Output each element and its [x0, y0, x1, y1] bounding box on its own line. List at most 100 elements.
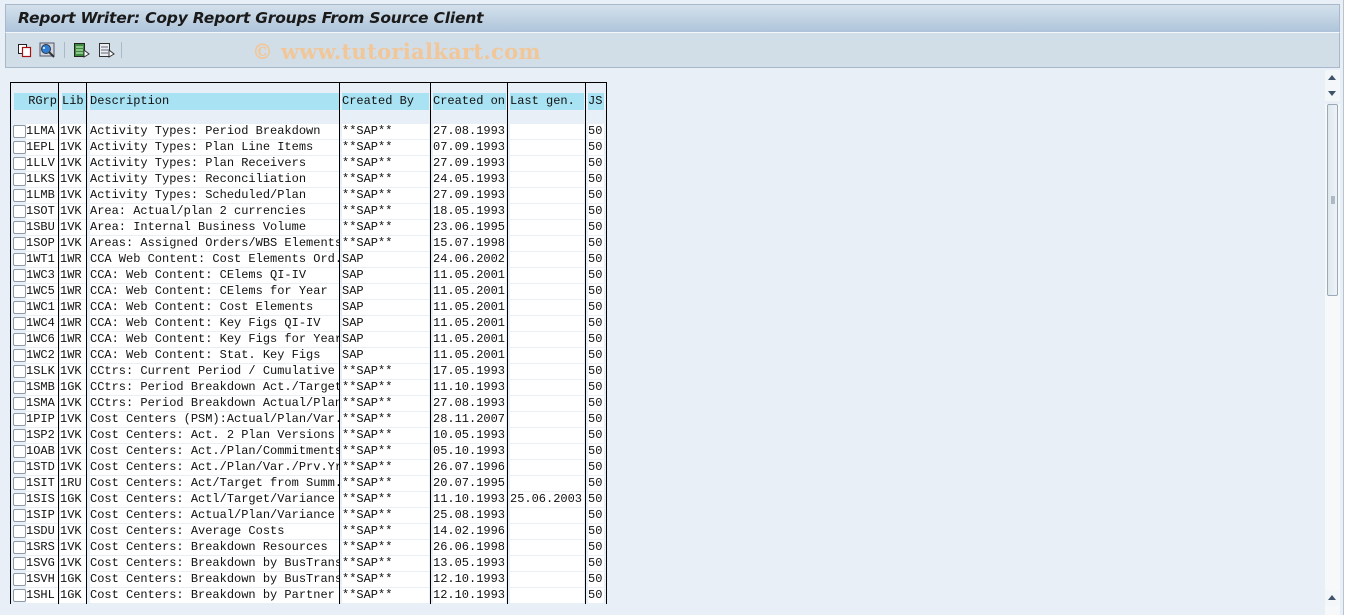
table-row[interactable]: 1LMA 1VK Activity Types: Period Breakdown *…: [11, 124, 606, 140]
cell-last-gen: [510, 236, 584, 252]
table-row[interactable]: 1SMA 1VK CCtrs: Period Breakdown Actual/Pl…: [11, 396, 606, 412]
deselect-all-icon[interactable]: [98, 42, 115, 58]
row-select-checkbox[interactable]: [13, 477, 26, 490]
table-row[interactable]: 1SIS 1GK Cost Centers: Actl/Target/Varianc…: [11, 492, 606, 508]
cell-rgrp: 1SBU: [26, 220, 58, 236]
table-row[interactable]: 1WC1 1WR CCA: Web Content: Cost Elements SA…: [11, 300, 606, 316]
cell-lib: 1VK: [60, 140, 86, 156]
column-header-last-gen[interactable]: Last gen.: [510, 93, 584, 110]
column-header-created-by[interactable]: Created By: [342, 93, 429, 110]
table-row[interactable]: 1SIT 1RU Cost Centers: Act/Target from Sum…: [11, 476, 606, 492]
row-select-checkbox[interactable]: [13, 333, 26, 346]
table-row[interactable]: 1WC3 1WR CCA: Web Content: CElems QI-IV SAP…: [11, 268, 606, 284]
row-select-checkbox[interactable]: [13, 413, 26, 426]
cell-last-gen: [510, 124, 584, 140]
row-select-checkbox[interactable]: [13, 189, 26, 202]
row-select-checkbox[interactable]: [13, 157, 26, 170]
table-row[interactable]: 1SVG 1VK Cost Centers: Breakdown by BusTra…: [11, 556, 606, 572]
table-row[interactable]: 1LLV 1VK Activity Types: Plan Receivers **S…: [11, 156, 606, 172]
table-row[interactable]: 1LKS 1VK Activity Types: Reconciliation **S…: [11, 172, 606, 188]
table-row[interactable]: 1WC6 1WR CCA: Web Content: Key Figs for Ye…: [11, 332, 606, 348]
row-select-checkbox[interactable]: [13, 541, 26, 554]
table-row[interactable]: 1SIP 1VK Cost Centers: Actual/Plan/Varianc…: [11, 508, 606, 524]
cell-created-on: 26.07.1996: [433, 460, 506, 476]
cell-description: Cost Centers: Breakdown by BusTrans: [90, 556, 339, 572]
scroll-thumb[interactable]: [1327, 104, 1338, 296]
row-select-checkbox[interactable]: [13, 141, 26, 154]
scroll-up-button[interactable]: [1325, 70, 1340, 86]
column-header-js[interactable]: JS: [588, 93, 604, 110]
table-row[interactable]: 1SRS 1VK Cost Centers: Breakdown Resources…: [11, 540, 606, 556]
table-row[interactable]: 1STD 1VK Cost Centers: Act./Plan/Var./Prv.…: [11, 460, 606, 476]
table-row[interactable]: 1SLK 1VK CCtrs: Current Period / Cumulativ…: [11, 364, 606, 380]
table-row[interactable]: 1SP2 1VK Cost Centers: Act. 2 Plan Version…: [11, 428, 606, 444]
scroll-track[interactable]: [1325, 104, 1340, 615]
row-select-checkbox[interactable]: [13, 221, 26, 234]
row-select-checkbox[interactable]: [13, 589, 26, 602]
row-select-checkbox[interactable]: [13, 285, 26, 298]
row-select-checkbox[interactable]: [13, 525, 26, 538]
table-row[interactable]: 1SDU 1VK Cost Centers: Average Costs **SAP*…: [11, 524, 606, 540]
cell-rgrp: 1WC1: [26, 300, 58, 316]
table-row[interactable]: 1PIP 1VK Cost Centers (PSM):Actual/Plan/Va…: [11, 412, 606, 428]
table-row[interactable]: 1SVH 1GK Cost Centers: Breakdown by BusTra…: [11, 572, 606, 588]
table-row[interactable]: 1SOP 1VK Areas: Assigned Orders/WBS Elemen…: [11, 236, 606, 252]
column-header-description[interactable]: Description: [90, 93, 339, 110]
row-select-checkbox[interactable]: [13, 429, 26, 442]
row-select-checkbox[interactable]: [13, 397, 26, 410]
cell-js: 50: [588, 124, 604, 140]
table-row[interactable]: 1EPL 1VK Activity Types: Plan Line Items **…: [11, 140, 606, 156]
row-select-checkbox[interactable]: [13, 349, 26, 362]
find-icon[interactable]: [39, 42, 55, 58]
table-row[interactable]: 1SMB 1GK CCtrs: Period Breakdown Act./Targ…: [11, 380, 606, 396]
cell-last-gen: [510, 508, 584, 524]
table-row[interactable]: 1WC2 1WR CCA: Web Content: Stat. Key Figs S…: [11, 348, 606, 364]
cell-lib: 1VK: [60, 396, 86, 412]
cell-js: 50: [588, 396, 604, 412]
row-select-checkbox[interactable]: [13, 205, 26, 218]
row-select-checkbox[interactable]: [13, 461, 26, 474]
row-select-checkbox[interactable]: [13, 173, 26, 186]
cell-description: Area: Actual/plan 2 currencies: [90, 204, 339, 220]
row-select-checkbox[interactable]: [13, 365, 26, 378]
table-row[interactable]: 1OAB 1VK Cost Centers: Act./Plan/Commitmen…: [11, 444, 606, 460]
cell-description: Cost Centers: Act. 2 Plan Versions: [90, 428, 339, 444]
row-select-checkbox[interactable]: [13, 317, 26, 330]
arrow-up-icon: [1328, 595, 1336, 600]
row-select-checkbox[interactable]: [13, 381, 26, 394]
cell-last-gen: [510, 332, 584, 348]
row-select-checkbox[interactable]: [13, 237, 26, 250]
cell-rgrp: 1SVH: [26, 572, 58, 588]
row-select-checkbox[interactable]: [13, 125, 26, 138]
copy-icon[interactable]: [17, 42, 33, 58]
table-row[interactable]: 1WC4 1WR CCA: Web Content: Key Figs QI-IV S…: [11, 316, 606, 332]
cell-last-gen: [510, 444, 584, 460]
column-header-lib[interactable]: Lib: [62, 93, 88, 110]
cell-created-by: **SAP**: [342, 204, 429, 220]
table-row[interactable]: 1WT1 1WR CCA Web Content: Cost Elements Or…: [11, 252, 606, 268]
column-header-rgrp[interactable]: RGrp: [14, 93, 59, 110]
cell-rgrp: 1SRS: [26, 540, 58, 556]
cell-lib: 1WR: [60, 348, 86, 364]
scroll-page-up-button[interactable]: [1325, 590, 1340, 606]
row-select-checkbox[interactable]: [13, 509, 26, 522]
row-select-checkbox[interactable]: [13, 445, 26, 458]
table-row[interactable]: 1LMB 1VK Activity Types: Scheduled/Plan **S…: [11, 188, 606, 204]
row-select-checkbox[interactable]: [13, 557, 26, 570]
cell-last-gen: [510, 364, 584, 380]
toolbar-separator: [64, 42, 65, 58]
row-select-checkbox[interactable]: [13, 493, 26, 506]
column-header-created-on[interactable]: Created on: [433, 93, 506, 110]
table-row[interactable]: 1SBU 1VK Area: Internal Business Volume **S…: [11, 220, 606, 236]
table-row[interactable]: 1SHL 1GK Cost Centers: Breakdown by Partne…: [11, 588, 606, 604]
table-row[interactable]: 1WC5 1WR CCA: Web Content: CElems for Year…: [11, 284, 606, 300]
scroll-down-button[interactable]: [1325, 85, 1340, 101]
row-select-checkbox[interactable]: [13, 269, 26, 282]
select-all-icon[interactable]: [73, 42, 90, 58]
cell-created-by: **SAP**: [342, 460, 429, 476]
row-select-checkbox[interactable]: [13, 253, 26, 266]
table-row[interactable]: 1SOT 1VK Area: Actual/plan 2 currencies **S…: [11, 204, 606, 220]
row-select-checkbox[interactable]: [13, 573, 26, 586]
row-select-checkbox[interactable]: [13, 301, 26, 314]
vertical-scrollbar[interactable]: [1325, 70, 1340, 615]
